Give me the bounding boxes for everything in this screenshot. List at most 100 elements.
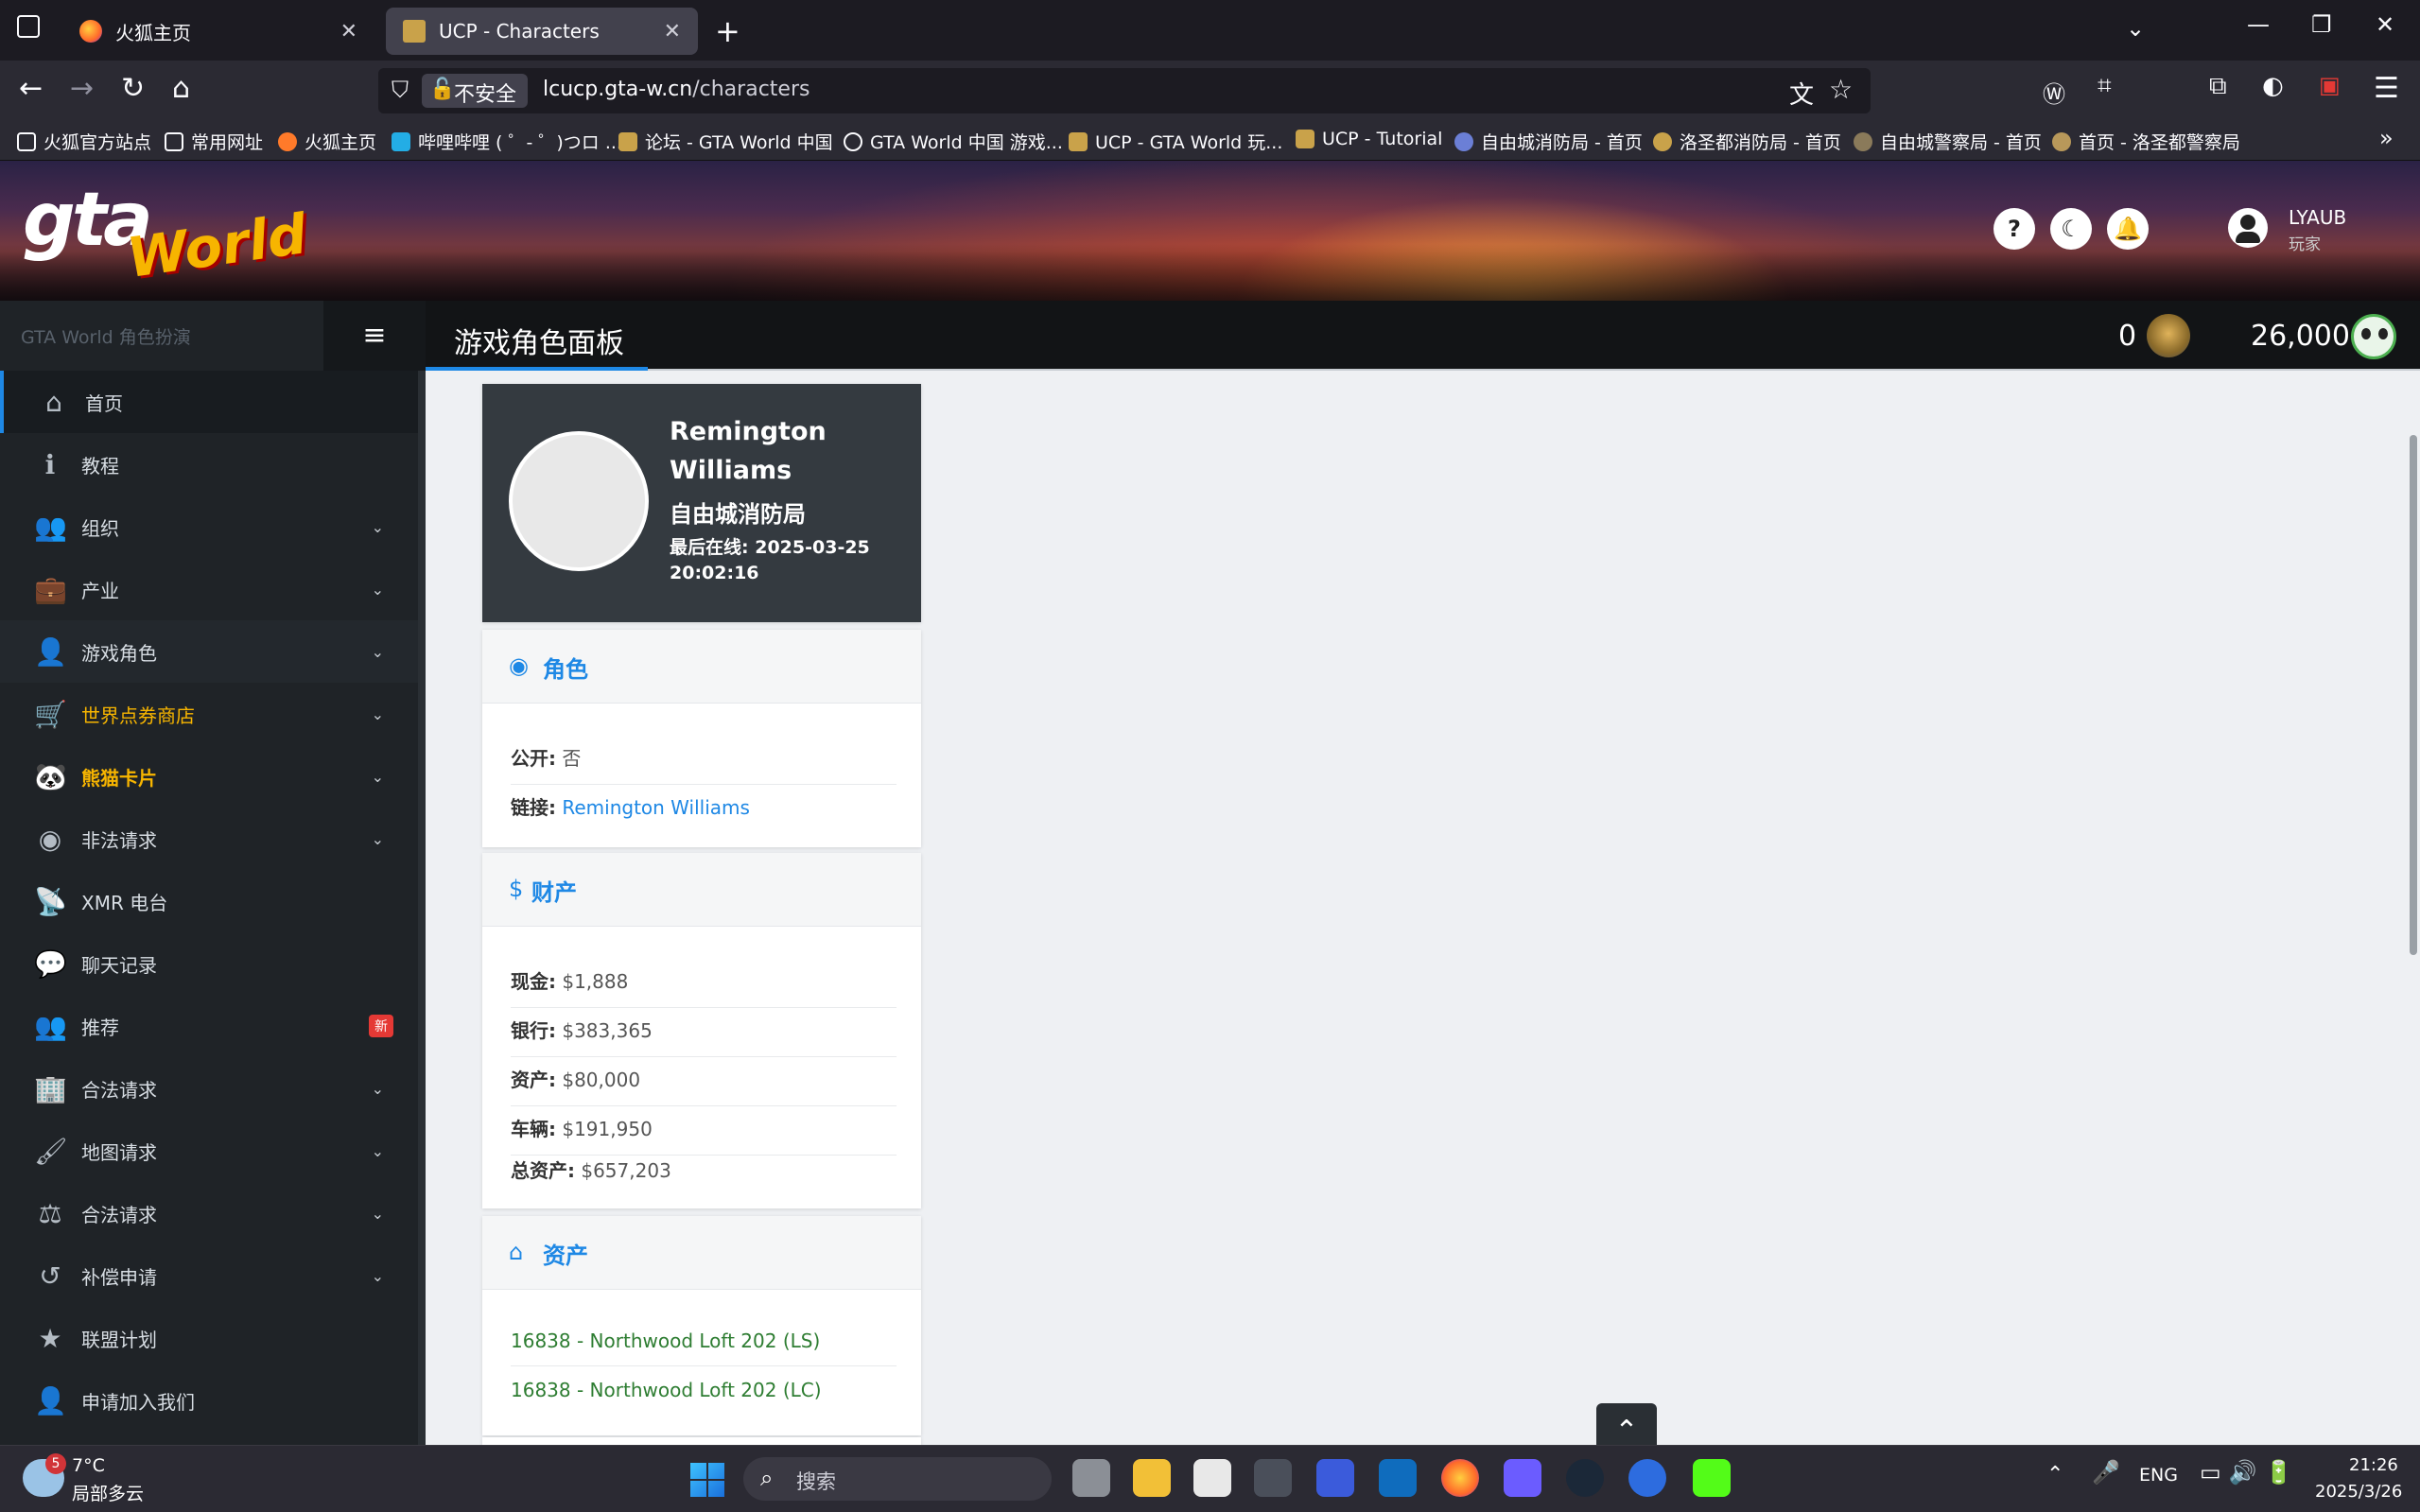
world-coins-count[interactable]: 0	[2118, 320, 2136, 353]
bookmark-item[interactable]: 哔哩哔哩 ( ゜- ゜)つロ ...	[392, 129, 622, 154]
tracking-shield-icon[interactable]: ⛉	[392, 77, 409, 103]
sidebar-item-affiliate[interactable]: ★ 联盟计划	[0, 1307, 418, 1369]
tray-overflow-chevron-icon[interactable]: ⌃	[2046, 1463, 2063, 1486]
sidebar-item-legal-requests[interactable]: 🏢 合法请求 ⌄	[0, 1057, 418, 1120]
app-m-icon[interactable]	[1316, 1459, 1354, 1497]
sync-icon[interactable]: ◐	[2262, 72, 2284, 100]
sidebar-item-xmr-radio[interactable]: 📡 XMR 电台	[0, 870, 418, 932]
kook-icon[interactable]	[1693, 1459, 1731, 1497]
sidebar-item-referrals[interactable]: 👥 推荐 新	[0, 995, 418, 1057]
bookmark-item[interactable]: 论坛 - GTA World 中国	[618, 129, 833, 154]
bookmark-item[interactable]: GTA World 中国 游戏...	[844, 129, 1063, 154]
bookmark-label: 论坛 - GTA World 中国	[645, 132, 833, 153]
extensions-icon[interactable]: ⧉	[2209, 72, 2227, 101]
sidebar-item-organizations[interactable]: 👥 组织 ⌄	[0, 495, 418, 558]
property-list-item[interactable]: 16838 - Northwood Loft 202 (LC)	[511, 1379, 897, 1415]
clock-date[interactable]: 2025/3/26	[2315, 1482, 2402, 1502]
insecure-badge[interactable]: 🔓 不安全	[422, 74, 529, 108]
sidebar-item-tutorial[interactable]: ℹ 教程	[0, 433, 418, 495]
new-tab-button[interactable]: +	[715, 13, 740, 49]
translate-icon[interactable]: 文	[1789, 76, 1814, 111]
dark-mode-toggle[interactable]: ☾	[2050, 208, 2092, 250]
forward-icon[interactable]: →	[70, 72, 94, 105]
sidebar-item-legal-requests-2[interactable]: ⚖ 合法请求 ⌄	[0, 1182, 418, 1244]
sidebar-item-world-shop[interactable]: 🛒 世界点券商店 ⌄	[0, 683, 418, 745]
bookmark-item[interactable]: 火狐官方站点	[17, 129, 151, 154]
assets-card-title: 财产	[531, 879, 577, 906]
sidebar-scrollbar[interactable]	[418, 371, 426, 1445]
bookmark-label: 哔哩哔哩 ( ゜- ゜)つロ ...	[418, 132, 622, 153]
home-icon[interactable]: ⌂	[172, 72, 190, 105]
back-icon[interactable]: ←	[19, 72, 43, 105]
bookmark-item[interactable]: UCP - GTA World 玩...	[1069, 129, 1282, 154]
clock-time[interactable]: 21:26	[2349, 1455, 2398, 1475]
panda-icon[interactable]	[2351, 314, 2396, 359]
username[interactable]: LYAUB	[2289, 206, 2346, 229]
sidebar-item-join-us[interactable]: 👤 申请加入我们	[0, 1369, 418, 1432]
browser-tab-characters[interactable]: UCP - Characters ✕	[386, 8, 698, 55]
windows-start-icon[interactable]	[690, 1463, 724, 1497]
bookmark-item[interactable]: UCP - Tutorial	[1296, 129, 1442, 149]
restore-icon[interactable]: ❐	[2311, 11, 2332, 38]
bookmark-item[interactable]: 首页 - 洛圣都警察局	[2052, 129, 2240, 154]
bookmark-item[interactable]: 常用网址	[165, 129, 263, 154]
bookmark-item[interactable]: 自由城警察局 - 首页	[1854, 129, 2042, 154]
sidebar-item-chat-logs[interactable]: 💬 聊天记录	[0, 932, 418, 995]
help-button[interactable]: ?	[1993, 208, 2035, 250]
page-scrollbar[interactable]	[2410, 435, 2417, 955]
tray-status-icons[interactable]: ▭🔊🔋	[2200, 1459, 2300, 1486]
app-blue-circle-icon[interactable]	[1628, 1459, 1666, 1497]
bookmark-item[interactable]: 自由城消防局 - 首页	[1454, 129, 1643, 154]
weather-condition[interactable]: 局部多云	[72, 1480, 144, 1505]
app-cube-icon[interactable]	[1254, 1459, 1292, 1497]
url-bar[interactable]: ⛉ 🔓 不安全 lcucp.gta-w.cn/characters 文 ☆	[378, 68, 1871, 113]
panda-points-count[interactable]: 26,000	[2251, 320, 2350, 353]
close-window-icon[interactable]: ✕	[2376, 11, 2394, 38]
close-tab-icon[interactable]: ✕	[664, 20, 681, 43]
tab-overview-icon[interactable]	[17, 15, 40, 38]
bookmark-star-icon[interactable]: ☆	[1829, 74, 1853, 105]
firefox-taskbar-icon[interactable]	[1441, 1459, 1479, 1497]
menu-icon[interactable]: ☰	[2374, 72, 2399, 105]
user-avatar-icon[interactable]	[2228, 208, 2268, 248]
microphone-icon[interactable]: 🎤	[2092, 1459, 2120, 1486]
sidebar-item-properties[interactable]: 💼 产业 ⌄	[0, 558, 418, 620]
steam-icon[interactable]	[1566, 1459, 1604, 1497]
new-badge: 新	[369, 1015, 393, 1037]
bookmark-item[interactable]: 洛圣都消防局 - 首页	[1653, 129, 1841, 154]
taskbar-search-box[interactable]: ⌕ 搜索	[743, 1457, 1052, 1501]
sidebar-item-illegal-requests[interactable]: ◉ 非法请求 ⌄	[0, 808, 418, 870]
sidebar-toggle-hamburger-icon[interactable]: ≡	[323, 301, 426, 371]
sidebar-item-characters[interactable]: 👤 游戏角色 ⌄	[0, 620, 418, 683]
crop-screenshot-icon[interactable]: ⌗	[2098, 72, 2112, 101]
gta-world-logo[interactable]: gta World	[23, 178, 310, 290]
url-text[interactable]: lcucp.gta-w.cn/characters	[543, 78, 810, 101]
tab-list-chevron-icon[interactable]: ⌄	[2126, 15, 2145, 42]
sidebar-item-panda-cards[interactable]: 🐼 熊猫卡片 ⌄	[0, 745, 418, 808]
extension-w-icon[interactable]: Ⓦ	[2043, 76, 2065, 109]
bookmark-item[interactable]: 火狐主页	[278, 129, 376, 154]
character-link[interactable]: Remington Williams	[562, 796, 750, 819]
scroll-to-top-button[interactable]: ⌃	[1596, 1403, 1657, 1445]
temperature[interactable]: 7°C	[72, 1455, 105, 1476]
app-w-icon[interactable]	[1504, 1459, 1541, 1497]
file-explorer-icon[interactable]	[1133, 1459, 1171, 1497]
browser-tab-home[interactable]: 火狐主页 ✕	[62, 8, 374, 55]
sidebar-item-home[interactable]: ⌂ 首页	[0, 371, 418, 433]
sidebar-item-map-requests[interactable]: 🖌 地图请求 ⌄	[0, 1120, 418, 1182]
sidebar-item-compensation[interactable]: ↺ 补偿申请 ⌄	[0, 1244, 418, 1307]
input-language[interactable]: ENG	[2139, 1465, 2178, 1486]
close-tab-icon[interactable]: ✕	[340, 20, 357, 43]
bookmarks-overflow-icon[interactable]: »	[2379, 125, 2394, 151]
police-badge-icon	[1854, 131, 1872, 151]
minimize-icon[interactable]: —	[2247, 11, 2270, 38]
task-view-icon[interactable]	[1072, 1459, 1110, 1497]
world-coin-icon[interactable]	[2147, 314, 2190, 357]
outlook-icon[interactable]	[1379, 1459, 1417, 1497]
notifications-bell-icon[interactable]: 🔔	[2107, 208, 2149, 250]
pocket-icon[interactable]: ▣	[2319, 72, 2341, 98]
ms-store-icon[interactable]	[1193, 1459, 1231, 1497]
property-list-item[interactable]: 16838 - Northwood Loft 202 (LS)	[511, 1330, 897, 1366]
reload-icon[interactable]: ↻	[121, 72, 145, 105]
balance-scale-icon: ⚖	[38, 1197, 62, 1229]
